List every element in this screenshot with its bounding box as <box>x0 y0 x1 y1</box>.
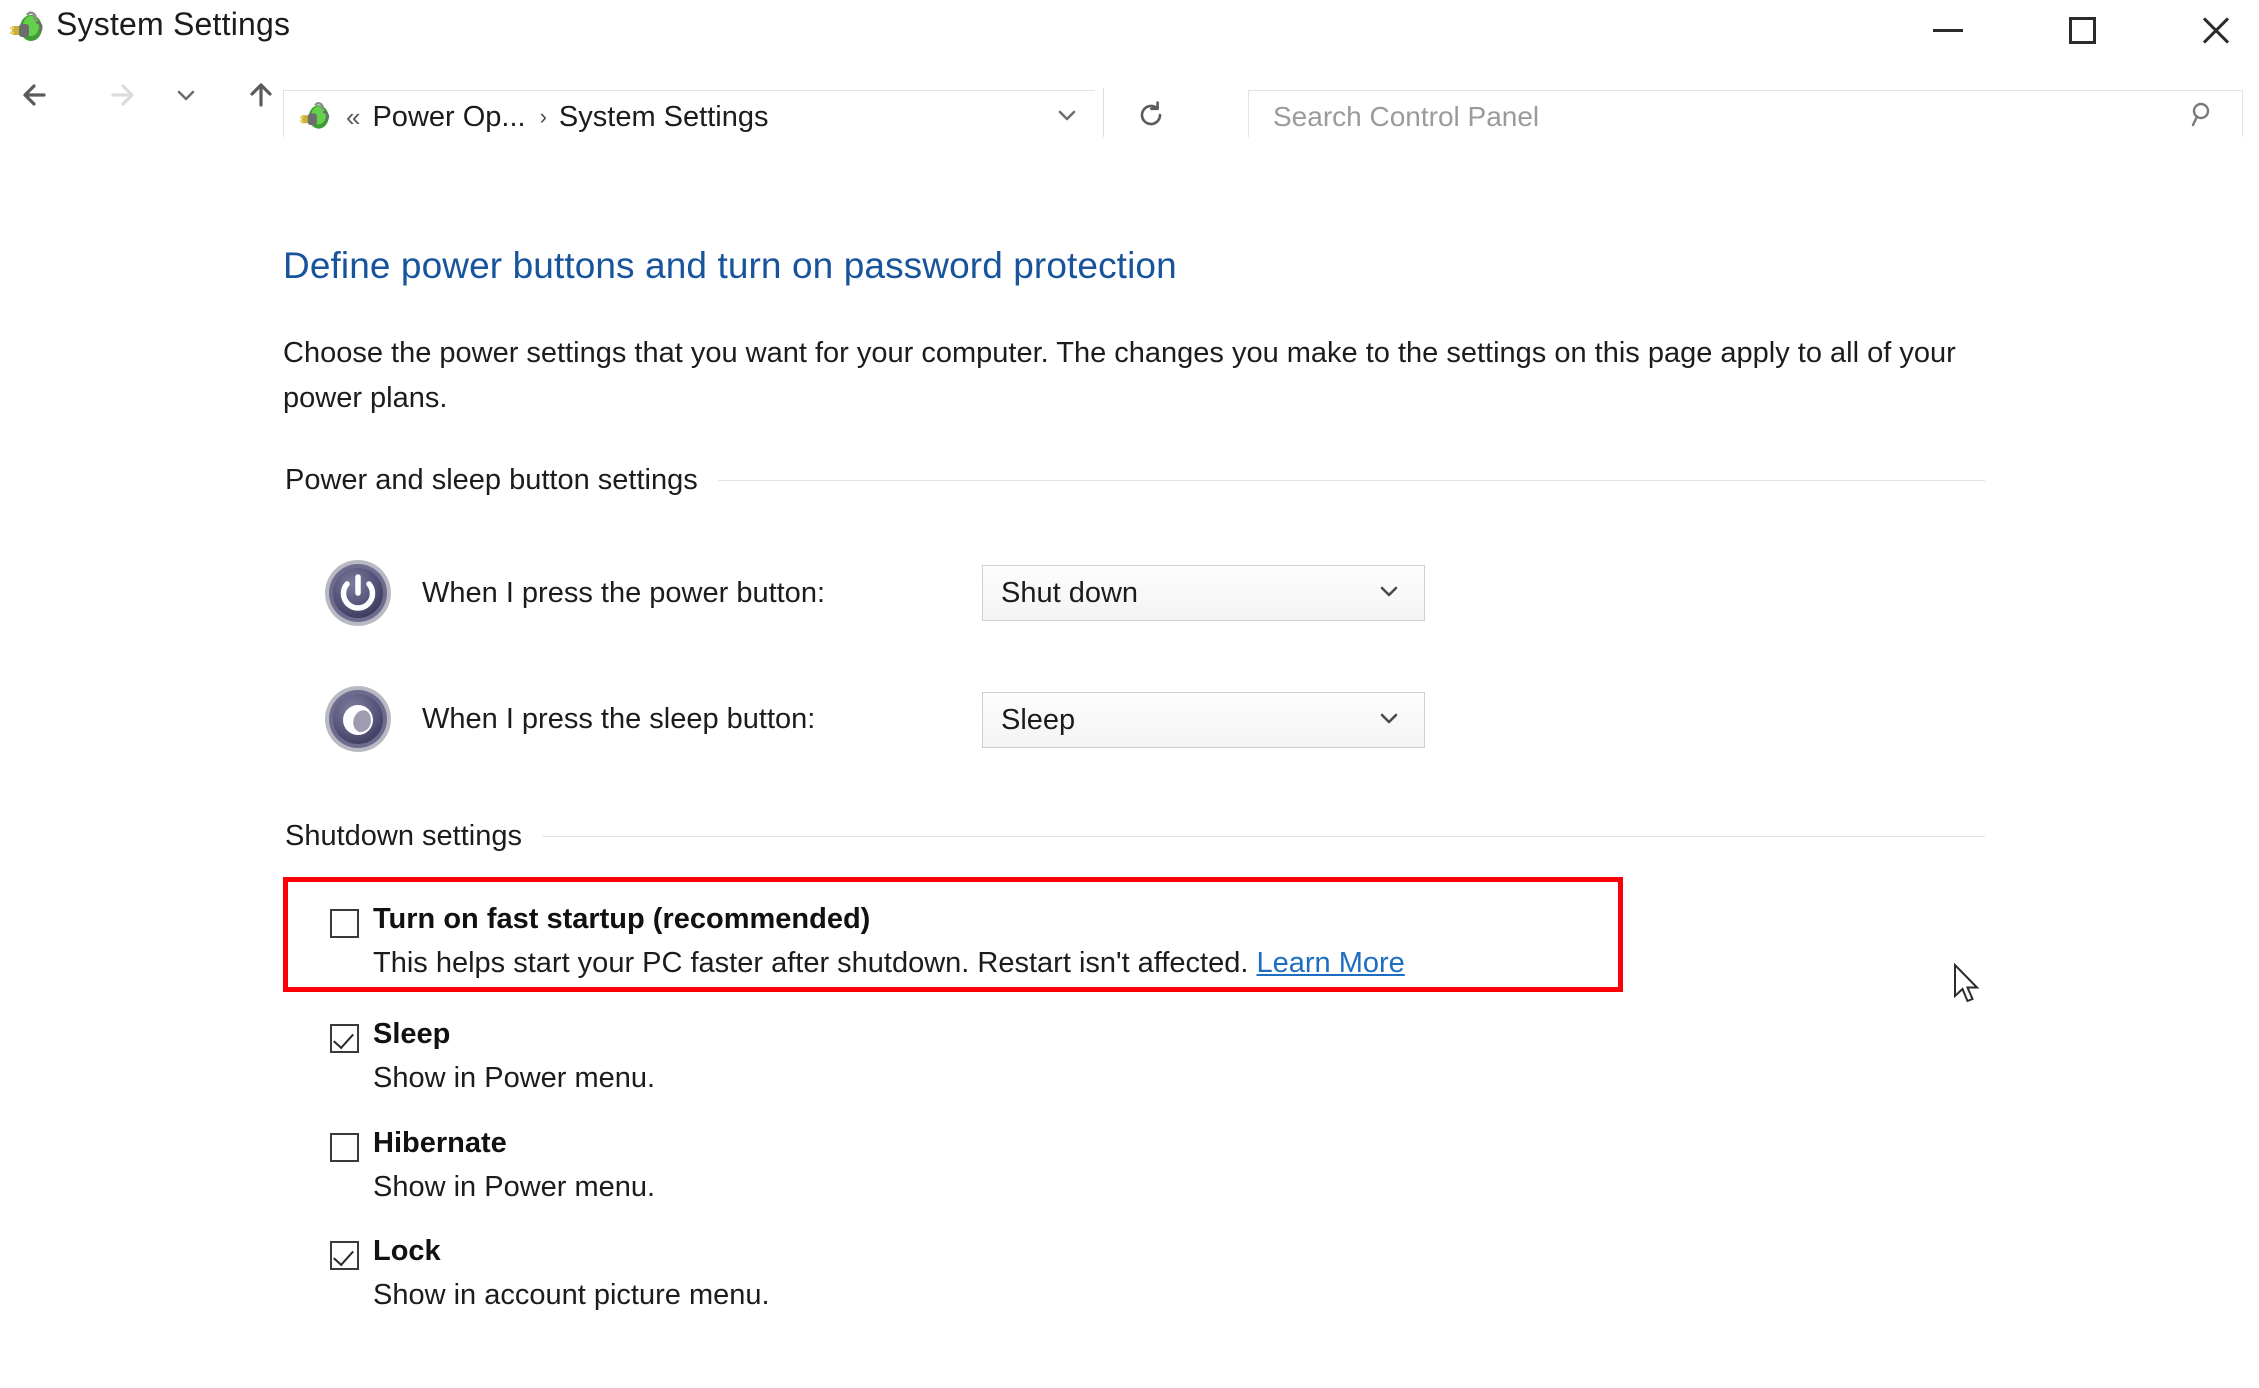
sleep-description: Show in Power menu. <box>373 1062 656 1094</box>
checkbox-item-hibernate: Hibernate Show in Power menu. <box>330 1127 655 1204</box>
page-description: Choose the power settings that you want … <box>283 337 1956 414</box>
search-icon[interactable] <box>2186 98 2220 137</box>
sleep-button-label: When I press the sleep button: <box>422 702 816 735</box>
power-options-icon <box>8 8 48 48</box>
breadcrumb[interactable]: « Power Op... › System Settings <box>283 90 1095 144</box>
back-button[interactable] <box>5 62 67 132</box>
checkbox-item-fast-startup: Turn on fast startup (recommended) This … <box>330 903 1405 980</box>
search-box[interactable] <box>1248 90 2243 144</box>
lock-label: Lock <box>373 1235 441 1267</box>
sleep-label: Sleep <box>373 1018 451 1050</box>
refresh-icon <box>1133 97 1169 138</box>
minimize-icon <box>1933 28 1963 32</box>
section-divider <box>541 836 1985 837</box>
section-header-shutdown: Shutdown settings <box>285 820 1985 853</box>
chevron-down-icon <box>1374 576 1404 611</box>
section-title: Shutdown settings <box>285 820 522 852</box>
breadcrumb-item-system-settings[interactable]: System Settings <box>559 101 769 134</box>
recent-locations-chevron-icon <box>171 80 201 115</box>
forward-button[interactable] <box>90 62 152 132</box>
close-button[interactable] <box>2171 0 2259 60</box>
hibernate-description: Show in Power menu. <box>373 1171 656 1203</box>
checkbox-row[interactable]: Hibernate <box>330 1127 655 1162</box>
title-bar: System Settings <box>0 0 2259 60</box>
lock-description: Show in account picture menu. <box>373 1279 770 1311</box>
checkbox-row[interactable]: Lock <box>330 1235 770 1270</box>
refresh-button[interactable] <box>1120 90 1182 144</box>
breadcrumb-item-power-options[interactable]: Power Op... <box>372 101 525 134</box>
maximize-button[interactable] <box>2037 0 2127 60</box>
recent-locations-button[interactable] <box>165 62 207 132</box>
power-button-icon <box>322 557 394 629</box>
power-button-action-dropdown[interactable]: Shut down <box>982 565 1425 621</box>
sleep-button-action-value: Sleep <box>1001 703 1076 736</box>
search-input[interactable] <box>1271 96 2155 138</box>
hibernate-label: Hibernate <box>373 1127 507 1159</box>
sleep-checkbox[interactable] <box>330 1024 359 1053</box>
checkbox-item-lock: Lock Show in account picture menu. <box>330 1235 770 1312</box>
section-title: Power and sleep button settings <box>285 464 698 496</box>
sleep-button-setting-row: When I press the sleep button: <box>322 683 815 755</box>
hibernate-checkbox[interactable] <box>330 1133 359 1162</box>
page-title: Define power buttons and turn on passwor… <box>283 245 1177 286</box>
power-button-label: When I press the power button: <box>422 576 825 609</box>
checkbox-row[interactable]: Turn on fast startup (recommended) <box>330 903 1405 938</box>
forward-arrow-icon <box>99 73 143 122</box>
section-divider <box>717 480 1985 481</box>
power-options-icon <box>298 99 334 135</box>
sleep-button-icon <box>322 683 394 755</box>
chevron-down-icon <box>1051 99 1083 136</box>
up-arrow-icon <box>239 73 283 122</box>
checkbox-row[interactable]: Sleep <box>330 1018 655 1053</box>
breadcrumb-overflow[interactable]: « <box>346 104 360 130</box>
fast-startup-checkbox[interactable] <box>330 909 359 938</box>
mouse-pointer-icon <box>1953 962 1987 1009</box>
fast-startup-label: Turn on fast startup (recommended) <box>373 903 871 935</box>
fast-startup-description: This helps start your PC faster after sh… <box>373 947 1405 980</box>
close-icon <box>2199 13 2233 47</box>
back-arrow-icon <box>14 73 58 122</box>
checkbox-item-sleep: Sleep Show in Power menu. <box>330 1018 655 1095</box>
sleep-button-action-dropdown[interactable]: Sleep <box>982 692 1425 748</box>
section-header-power-sleep: Power and sleep button settings <box>285 464 1985 497</box>
fast-startup-description-text: This helps start your PC faster after sh… <box>373 947 1249 979</box>
power-button-setting-row: When I press the power button: <box>322 557 825 629</box>
maximize-icon <box>2068 16 2096 44</box>
window-title: System Settings <box>56 6 291 42</box>
breadcrumb-separator-icon: › <box>539 104 547 129</box>
lock-checkbox[interactable] <box>330 1241 359 1270</box>
learn-more-link[interactable]: Learn More <box>1256 947 1404 979</box>
power-button-action-value: Shut down <box>1001 576 1139 609</box>
address-dropdown-button[interactable] <box>1040 90 1094 144</box>
minimize-button[interactable] <box>1903 0 1993 60</box>
chevron-down-icon <box>1374 703 1404 738</box>
